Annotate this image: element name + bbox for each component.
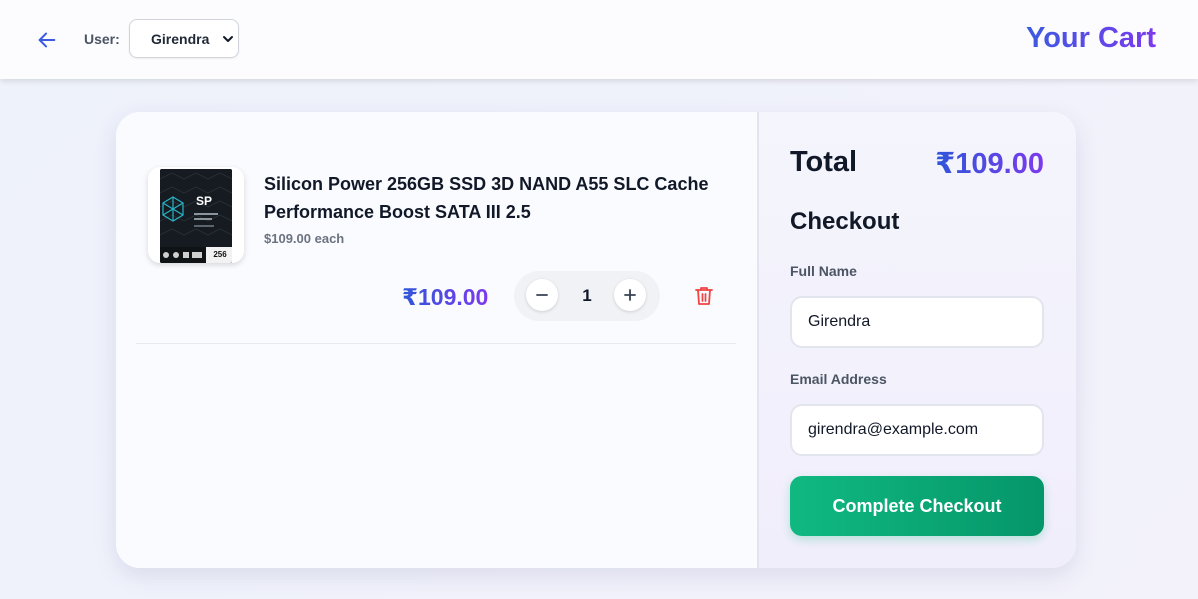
product-name: Silicon Power 256GB SSD 3D NAND A55 SLC … — [264, 174, 709, 222]
email-label: Email Address — [790, 371, 887, 387]
cart-items-panel: SP 256 Silicon Power 256GB SSD 3D NAND A… — [116, 112, 757, 568]
page-title: Your Cart — [1026, 22, 1156, 54]
ssd-package-image: SP 256 — [160, 169, 232, 263]
quantity-value: 1 — [582, 286, 592, 305]
plus-icon — [624, 289, 636, 301]
item-divider — [136, 343, 736, 344]
trash-icon — [695, 287, 713, 305]
cart-card: SP 256 Silicon Power 256GB SSD 3D NAND A… — [116, 112, 1076, 568]
email-field[interactable] — [790, 404, 1044, 456]
increase-quantity-button[interactable] — [614, 279, 646, 311]
decrease-quantity-button[interactable] — [526, 279, 558, 311]
quantity-stepper: 1 — [514, 271, 660, 321]
full-name-field[interactable] — [790, 296, 1044, 348]
complete-checkout-button[interactable]: Complete Checkout — [790, 476, 1044, 536]
minus-icon — [536, 294, 548, 296]
full-name-label: Full Name — [790, 263, 857, 279]
ssd-package-art: SP 256 — [160, 169, 232, 263]
product-unit-price: $109.00 each — [264, 231, 345, 246]
user-label: User: — [84, 31, 120, 47]
user-select-value: Girendra — [151, 31, 210, 47]
arrow-left-icon — [38, 32, 56, 48]
brand-mark: SP — [196, 194, 212, 208]
remove-item-button[interactable] — [693, 284, 715, 308]
line-total: ₹109.00 — [402, 284, 489, 310]
back-button[interactable] — [34, 27, 60, 53]
total-label: Total — [790, 146, 858, 178]
product-image: SP 256 — [148, 167, 244, 263]
checkout-heading: Checkout — [790, 208, 900, 235]
capacity-mark: 256 — [213, 250, 227, 259]
user-select[interactable]: Girendra — [129, 19, 239, 58]
checkout-panel: Total ₹109.00 Checkout Full Name Email A… — [759, 112, 1076, 568]
app-header: User: Girendra Your Cart — [0, 0, 1198, 79]
chevron-down-icon — [223, 36, 233, 42]
total-value: ₹109.00 — [935, 148, 1044, 180]
